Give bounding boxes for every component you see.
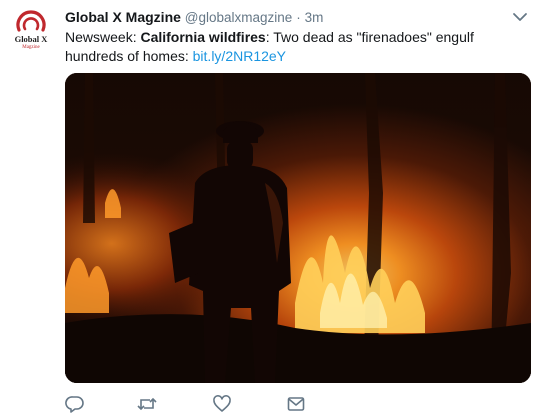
tweet-timestamp[interactable]: 3m (305, 10, 324, 25)
wildfire-firefighter-photo (65, 73, 531, 383)
tweet-action-bar (65, 394, 365, 414)
author-name[interactable]: Global X Magzine (65, 9, 181, 25)
reply-button[interactable] (65, 394, 87, 414)
tweet-card[interactable]: Global X Magzine Global X Magzine @globa… (0, 0, 544, 420)
header-separator: · (296, 10, 301, 25)
heart-icon (213, 395, 231, 412)
tweet-media-photo[interactable] (65, 73, 531, 383)
tweet-header: Global X Magzine @globalxmagzine · 3m (65, 8, 323, 26)
brand-logo-icon (16, 10, 46, 32)
tweet-topic: California wildfires (140, 29, 266, 45)
direct-message-button[interactable] (286, 394, 308, 414)
reply-icon (65, 396, 84, 413)
tweet-text: Newsweek: California wildfires: Two dead… (65, 28, 525, 66)
chevron-down-icon (513, 13, 527, 21)
avatar[interactable]: Global X Magzine (9, 8, 53, 54)
retweet-icon (137, 397, 157, 411)
tweet-link[interactable]: bit.ly/2NR12eY (193, 48, 286, 64)
retweet-button[interactable] (136, 394, 158, 414)
author-handle[interactable]: @globalxmagzine (185, 10, 293, 25)
tweet-source: Newsweek: (65, 29, 141, 45)
envelope-icon (287, 397, 305, 411)
like-button[interactable] (212, 394, 234, 414)
avatar-brand-line: Global X (14, 34, 48, 44)
more-menu-button[interactable] (512, 10, 528, 24)
avatar-brand-sub: Magzine (22, 45, 40, 50)
